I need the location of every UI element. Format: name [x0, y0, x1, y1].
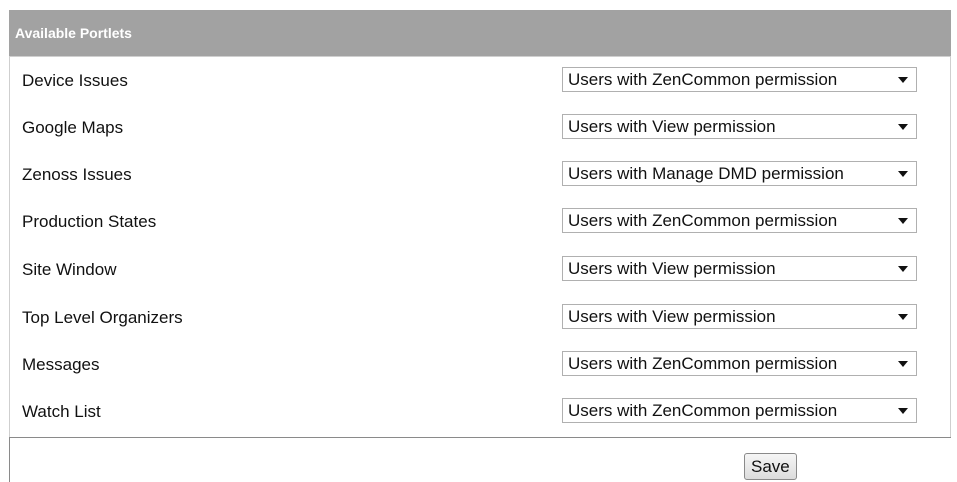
panel-footer: Save	[9, 437, 951, 482]
permission-select-value: Users with View permission	[568, 307, 776, 326]
permission-select[interactable]: Users with View permission	[562, 114, 917, 139]
permission-select[interactable]: Users with ZenCommon permission	[562, 351, 917, 376]
caret-down-icon	[898, 266, 908, 272]
permission-select-value: Users with ZenCommon permission	[568, 401, 838, 420]
portlet-name: Device Issues	[22, 71, 128, 90]
permission-select-value: Users with ZenCommon permission	[568, 70, 838, 89]
portlet-name: Zenoss Issues	[22, 165, 132, 184]
portlet-name: Top Level Organizers	[22, 308, 183, 327]
portlet-row: Watch List Users with ZenCommon permissi…	[10, 388, 950, 435]
panel-title: Available Portlets	[15, 25, 132, 41]
portlet-name: Google Maps	[22, 118, 124, 137]
portlet-name: Production States	[22, 212, 157, 231]
portlet-row: Site Window Users with View permission	[10, 246, 950, 293]
permission-select-value: Users with View permission	[568, 259, 776, 278]
save-button[interactable]: Save	[744, 453, 797, 480]
panel-header: Available Portlets	[9, 10, 951, 57]
permission-select-value: Users with ZenCommon permission	[568, 354, 838, 373]
portlet-name: Messages	[22, 355, 100, 374]
caret-down-icon	[898, 218, 908, 224]
permission-select-value: Users with Manage DMD permission	[568, 164, 844, 183]
portlet-name: Watch List	[22, 402, 101, 421]
portlet-row: Device Issues Users with ZenCommon permi…	[10, 57, 950, 104]
permission-select[interactable]: Users with Manage DMD permission	[562, 161, 917, 186]
portlet-row: Messages Users with ZenCommon permission	[10, 341, 950, 388]
permission-select-value: Users with View permission	[568, 117, 776, 136]
portlet-row: Zenoss Issues Users with Manage DMD perm…	[10, 151, 950, 198]
permission-select[interactable]: Users with ZenCommon permission	[562, 67, 917, 92]
portlet-name: Site Window	[22, 260, 117, 279]
caret-down-icon	[898, 77, 908, 83]
caret-down-icon	[898, 408, 908, 414]
caret-down-icon	[898, 171, 908, 177]
permission-select[interactable]: Users with ZenCommon permission	[562, 208, 917, 233]
portlet-row: Top Level Organizers Users with View per…	[10, 294, 950, 341]
permission-select-value: Users with ZenCommon permission	[568, 211, 838, 230]
permission-select[interactable]: Users with View permission	[562, 304, 917, 329]
caret-down-icon	[898, 361, 908, 367]
caret-down-icon	[898, 314, 908, 320]
caret-down-icon	[898, 124, 908, 130]
permission-select[interactable]: Users with View permission	[562, 256, 917, 281]
permission-select[interactable]: Users with ZenCommon permission	[562, 398, 917, 423]
available-portlets-panel: Available Portlets Device Issues Users w…	[9, 10, 951, 482]
portlet-list: Device Issues Users with ZenCommon permi…	[9, 57, 951, 437]
portlet-row: Production States Users with ZenCommon p…	[10, 198, 950, 245]
portlet-row: Google Maps Users with View permission	[10, 104, 950, 151]
